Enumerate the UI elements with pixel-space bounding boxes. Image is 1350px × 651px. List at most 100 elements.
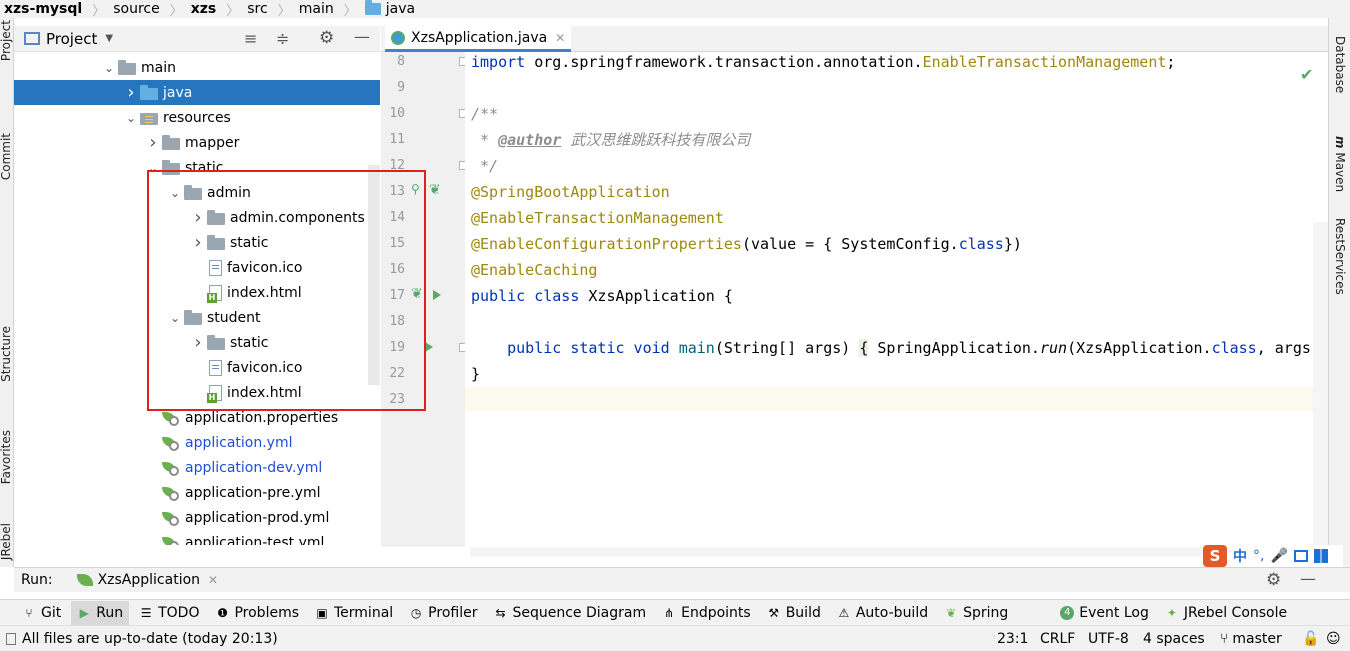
tool-window-terminal[interactable]: ▣ Terminal: [309, 601, 399, 625]
tree-item[interactable]: favicon.ico: [14, 255, 380, 280]
spring-bean-icon[interactable]: ❦: [429, 182, 441, 198]
chevron-down-icon[interactable]: ⌄: [166, 186, 184, 200]
tree-item[interactable]: index.html: [14, 380, 380, 405]
tool-window-event-log[interactable]: 4 Event Log: [1054, 601, 1155, 625]
tool-window-auto-build[interactable]: ⚠ Auto-build: [831, 601, 934, 625]
chevron-right-icon[interactable]: ›: [189, 332, 207, 353]
tool-tab-structure[interactable]: Structure: [0, 326, 13, 382]
grid-icon[interactable]: [1313, 549, 1328, 563]
tree-item[interactable]: application-pre.yml: [14, 480, 380, 505]
tool-window-spring[interactable]: ❦ Spring: [938, 601, 1014, 625]
file-encoding[interactable]: UTF-8: [1088, 631, 1129, 647]
chevron-down-icon[interactable]: ▼: [105, 33, 113, 44]
tree-item[interactable]: application.yml: [14, 430, 380, 455]
notifications-icon[interactable]: ☺: [1326, 631, 1341, 647]
run-config-tab[interactable]: XzsApplication ✕: [76, 572, 218, 588]
tool-window-build[interactable]: ⚒ Build: [761, 601, 827, 625]
git-branch[interactable]: ⑂ master: [1220, 631, 1282, 647]
tool-window-profiler[interactable]: ◷ Profiler: [403, 601, 483, 625]
close-icon[interactable]: ✕: [555, 31, 565, 45]
editor-horizontal-scrollbar[interactable]: [470, 547, 1328, 557]
gear-icon[interactable]: ⚙: [319, 28, 334, 48]
status-message[interactable]: All files are up-to-date (today 20:13): [22, 631, 278, 647]
tool-window-endpoints[interactable]: ⋔ Endpoints: [656, 601, 757, 625]
chevron-right-icon[interactable]: ›: [144, 132, 162, 153]
run-icon[interactable]: [425, 342, 433, 352]
tree-item[interactable]: application.properties: [14, 405, 380, 430]
tree-item[interactable]: › static: [14, 330, 380, 355]
code-text: }): [1003, 235, 1022, 253]
collapse-all-icon[interactable]: ≑: [276, 29, 289, 48]
project-view-selector[interactable]: Project: [46, 30, 97, 48]
tool-tab-rest-services[interactable]: RestServices: [1333, 218, 1347, 295]
editor-tab-xzsapplication[interactable]: XzsApplication.java ✕: [385, 26, 572, 52]
tool-window-problems[interactable]: ❶ Problems: [209, 601, 305, 625]
tool-window-jrebel-console[interactable]: ✦ JRebel Console: [1159, 601, 1293, 625]
chevron-right-icon[interactable]: ›: [122, 82, 140, 103]
close-icon[interactable]: ✕: [208, 573, 218, 587]
tool-window-sequence-diagram[interactable]: ⇆ Sequence Diagram: [487, 601, 652, 625]
tree-item[interactable]: application-test.yml: [14, 530, 380, 545]
breadcrumb-item-source[interactable]: source: [109, 1, 164, 17]
hide-panel-icon[interactable]: —: [354, 27, 370, 46]
tool-tab-database[interactable]: Database: [1333, 36, 1347, 93]
chevron-down-icon[interactable]: ⌄: [144, 161, 162, 175]
chevron-down-icon[interactable]: ⌄: [100, 61, 118, 75]
tree-item[interactable]: index.html: [14, 280, 380, 305]
breadcrumb-item-project[interactable]: xzs-mysql: [0, 1, 86, 17]
keyboard-icon[interactable]: [1293, 550, 1308, 562]
breadcrumb-item-module[interactable]: xzs: [187, 1, 221, 17]
editor-vertical-scrollbar[interactable]: [1313, 222, 1328, 547]
tree-item-label: admin.components: [230, 209, 365, 226]
tool-window-todo[interactable]: ☰ TODO: [133, 601, 205, 625]
tool-tab-maven[interactable]: m Maven: [1333, 136, 1347, 192]
breadcrumb-item-src[interactable]: src: [243, 1, 271, 17]
tree-item[interactable]: favicon.ico: [14, 355, 380, 380]
tool-tab-favorites[interactable]: Favorites: [0, 430, 13, 484]
spring-bean-icon[interactable]: ❦: [411, 286, 423, 302]
problems-icon: ❶: [217, 605, 228, 620]
tree-item[interactable]: ⌄ student: [14, 305, 380, 330]
caret-position[interactable]: 23:1: [997, 631, 1028, 647]
hide-panel-icon[interactable]: —: [1300, 569, 1316, 588]
expand-all-icon[interactable]: ≡: [244, 29, 257, 48]
inspection-ok-icon[interactable]: ✔: [1300, 65, 1313, 84]
chevron-down-icon[interactable]: ⌄: [166, 311, 184, 325]
tool-window-label: Event Log: [1079, 604, 1149, 621]
tree-item[interactable]: › admin.components: [14, 205, 380, 230]
breadcrumb-item-main[interactable]: main: [295, 1, 338, 17]
tree-item[interactable]: application-prod.yml: [14, 505, 380, 530]
tree-item[interactable]: ⌄ resources: [14, 105, 380, 130]
keyword: public class: [471, 287, 580, 305]
tool-window-run[interactable]: ▶ Run: [71, 600, 130, 625]
microphone-icon[interactable]: 🎤: [1270, 548, 1287, 564]
tool-tab-commit[interactable]: Commit: [0, 133, 13, 180]
lock-icon[interactable]: 🔓: [1302, 631, 1319, 647]
tree-item[interactable]: application-dev.yml: [14, 455, 380, 480]
breadcrumb-item-java[interactable]: java: [361, 0, 419, 17]
tool-tab-project[interactable]: Project: [0, 20, 13, 61]
chevron-down-icon[interactable]: ⌄: [122, 111, 140, 125]
tree-item[interactable]: ⌄ main: [14, 55, 380, 80]
tree-scrollbar[interactable]: [368, 165, 380, 385]
tree-item[interactable]: ⌄ admin: [14, 180, 380, 205]
tree-item[interactable]: ⌄ static: [14, 155, 380, 180]
tree-item[interactable]: › static: [14, 230, 380, 255]
code-line-13: @SpringBootApplication: [471, 183, 670, 201]
run-icon[interactable]: [433, 290, 441, 300]
ime-punctuation[interactable]: °,: [1253, 548, 1264, 564]
chevron-right-icon[interactable]: ›: [189, 207, 207, 228]
code-editor[interactable]: import org.springframework.transaction.a…: [465, 52, 1313, 547]
tree-item[interactable]: › mapper: [14, 130, 380, 155]
status-icon: [6, 632, 16, 645]
sogou-icon[interactable]: S: [1203, 545, 1227, 567]
tool-window-git[interactable]: ⑂ Git: [16, 601, 67, 625]
bean-navigation-icon[interactable]: ⚲: [411, 182, 420, 196]
tree-item[interactable]: › java: [14, 80, 380, 105]
chevron-right-icon[interactable]: ›: [189, 232, 207, 253]
indent-setting[interactable]: 4 spaces: [1143, 631, 1205, 647]
tool-tab-jrebel[interactable]: JRebel: [0, 523, 13, 560]
line-separator[interactable]: CRLF: [1040, 631, 1075, 647]
ime-chinese-mode[interactable]: 中: [1233, 546, 1247, 566]
gear-icon[interactable]: ⚙: [1266, 570, 1281, 590]
